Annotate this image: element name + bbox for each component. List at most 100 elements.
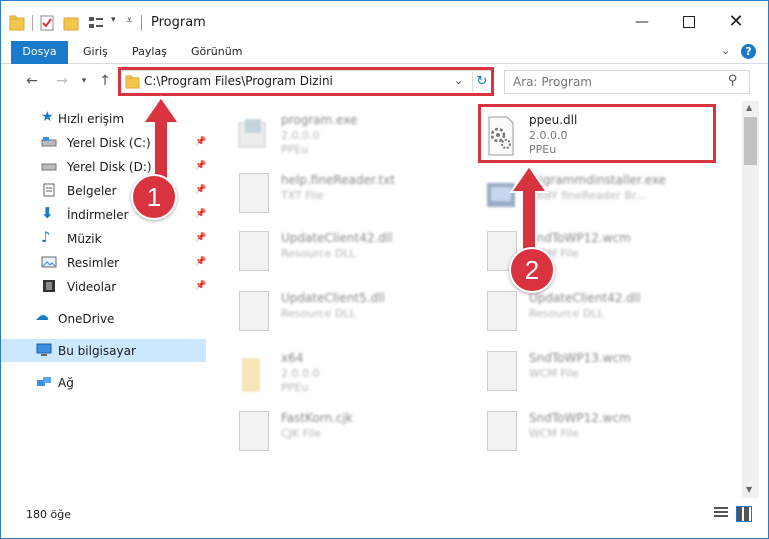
new-folder-icon[interactable]	[63, 14, 79, 32]
step-2-badge: 2	[509, 247, 555, 293]
help-icon[interactable]: ?	[741, 44, 756, 59]
file-type: WCM File	[529, 367, 579, 380]
scroll-up-icon[interactable]: ▲	[746, 103, 752, 112]
search-placeholder: Ara: Program	[513, 75, 592, 89]
file-type: CJK File	[281, 427, 322, 440]
ribbon-tabs: Dosya Giriş Paylaş Görünüm ⌄ ?	[1, 41, 768, 95]
file-item[interactable]: SndToWP12.wcm WCM File	[475, 405, 715, 459]
file-icon	[487, 411, 517, 451]
file-name: SndToWP12.wcm	[529, 411, 631, 425]
title-separator	[141, 15, 142, 31]
item-count: 180 öğe	[26, 508, 71, 521]
network-icon	[37, 377, 51, 386]
file-version: 2.0.0.0	[281, 129, 320, 142]
forward-button[interactable]: →	[51, 71, 73, 91]
file-type: Resource DLL	[281, 307, 356, 320]
sidebar-item-pictures[interactable]: Resimler 📌	[1, 251, 206, 274]
arrow-2	[509, 164, 549, 255]
minimize-button[interactable]: —	[619, 7, 665, 37]
tab-home[interactable]: Giriş	[83, 41, 108, 63]
recent-locations-button[interactable]: ▾	[73, 71, 95, 91]
file-highlight	[478, 104, 716, 163]
file-item[interactable]: UpdateClient42.dll Resource DLL	[475, 285, 715, 339]
pictures-icon	[41, 256, 57, 268]
file-item[interactable]: SndToWP13.wcm WCM File	[475, 345, 715, 399]
search-icon: ⚲	[728, 73, 738, 88]
file-icon	[239, 411, 269, 451]
file-item[interactable]: UpdateClient42.dll Resource DLL	[227, 225, 467, 279]
exe-icon	[238, 119, 266, 148]
file-type: TXT File	[281, 189, 324, 202]
file-type: Resource DLL	[281, 247, 356, 260]
file-name: help.fineReader.txt	[281, 173, 395, 187]
sidebar-item-label: Belgeler	[67, 184, 117, 198]
sidebar-item-music[interactable]: ♪ Müzik 📌	[1, 227, 206, 250]
tab-view[interactable]: Görünüm	[191, 41, 242, 63]
download-icon: ⬇	[41, 204, 54, 222]
pin-icon: 📌	[195, 161, 207, 171]
customize-toolbar-icon[interactable]: ⩡	[126, 13, 133, 28]
file-item[interactable]: program.exe 2.0.0.0 PPEu	[227, 107, 467, 161]
sidebar-item-label: OneDrive	[58, 312, 115, 326]
file-company: PPEu	[281, 381, 309, 394]
dll-file-icon	[487, 291, 517, 331]
qa-separator	[32, 15, 33, 31]
file-name: x64	[281, 351, 304, 365]
pin-icon: 📌	[195, 257, 207, 267]
file-name: SndToWP13.wcm	[529, 351, 631, 365]
scroll-down-icon[interactable]: ▼	[746, 485, 752, 494]
file-name: UpdateClient42.dll	[529, 291, 641, 305]
file-item[interactable]: x64 2.0.0.0 PPEu	[227, 345, 467, 399]
view-options-icon[interactable]	[87, 14, 105, 32]
chevron-down-icon[interactable]: ▾	[111, 15, 116, 25]
file-company: PPEu	[281, 143, 309, 156]
sidebar-item-label: Resimler	[67, 256, 120, 270]
tab-share[interactable]: Paylaş	[132, 41, 167, 63]
pin-icon: 📌	[195, 185, 207, 195]
maximize-icon	[683, 16, 695, 28]
pin-icon: 📌	[195, 233, 207, 243]
sidebar-item-label: Ağ	[58, 376, 74, 390]
sidebar-item-label: Hızlı erişim	[58, 112, 125, 126]
dll-file-icon	[239, 291, 269, 331]
vertical-scrollbar[interactable]: ▲ ▼	[742, 101, 759, 498]
videos-icon	[43, 280, 55, 292]
documents-icon	[43, 183, 55, 197]
window-title: Program	[151, 15, 206, 30]
step-1-badge: 1	[131, 174, 177, 220]
file-type: Resource DLL	[529, 307, 604, 320]
text-file-icon	[239, 173, 269, 213]
file-name: UpdateClient42.dll	[281, 231, 393, 245]
drive-icon	[41, 137, 57, 147]
back-button[interactable]: ←	[21, 71, 43, 91]
sidebar-item-this-pc[interactable]: Bu bilgisayar	[1, 339, 206, 362]
music-icon: ♪	[41, 228, 51, 246]
drive-icon	[41, 163, 57, 171]
close-button[interactable]: ✕	[713, 7, 759, 37]
arrow-1	[141, 95, 181, 184]
maximize-button[interactable]	[666, 7, 712, 37]
file-item[interactable]: UpdateClient5.dll Resource DLL	[227, 285, 467, 339]
status-bar: 180 öğe	[1, 501, 768, 525]
search-input[interactable]: Ara: Program ⚲	[504, 70, 750, 94]
scrollbar-thumb[interactable]	[744, 117, 757, 165]
explorer-window: ▾ ⩡ Program — ✕ Dosya Giriş Paylaş Görün…	[0, 0, 769, 539]
sidebar-item-onedrive[interactable]: ☁ OneDrive	[1, 307, 206, 330]
file-item[interactable]: help.fineReader.txt TXT File	[227, 167, 467, 221]
file-item[interactable]: FastKorn.cjk CJK File	[227, 405, 467, 459]
sidebar-item-videos[interactable]: Videolar 📌	[1, 275, 206, 298]
large-icons-view-icon[interactable]	[736, 506, 752, 522]
file-name: UpdateClient5.dll	[281, 291, 385, 305]
file-version: 2.0.0.0	[281, 367, 320, 380]
folder-icon[interactable]	[9, 14, 25, 32]
properties-icon[interactable]	[39, 14, 55, 32]
sidebar-item-label: İndirmeler	[67, 208, 129, 222]
file-name: FastKorn.cjk	[281, 411, 353, 425]
up-button[interactable]: ↑	[94, 71, 116, 91]
sidebar-item-network[interactable]: Ağ	[1, 371, 206, 394]
details-view-icon[interactable]	[714, 507, 728, 519]
sidebar-item-downloads[interactable]: ⬇ İndirmeler 📌	[1, 203, 206, 226]
expand-ribbon-icon[interactable]: ⌄	[721, 44, 730, 57]
title-bar: ▾ ⩡ Program — ✕	[1, 1, 768, 41]
sidebar-item-label: Videolar	[67, 280, 117, 294]
